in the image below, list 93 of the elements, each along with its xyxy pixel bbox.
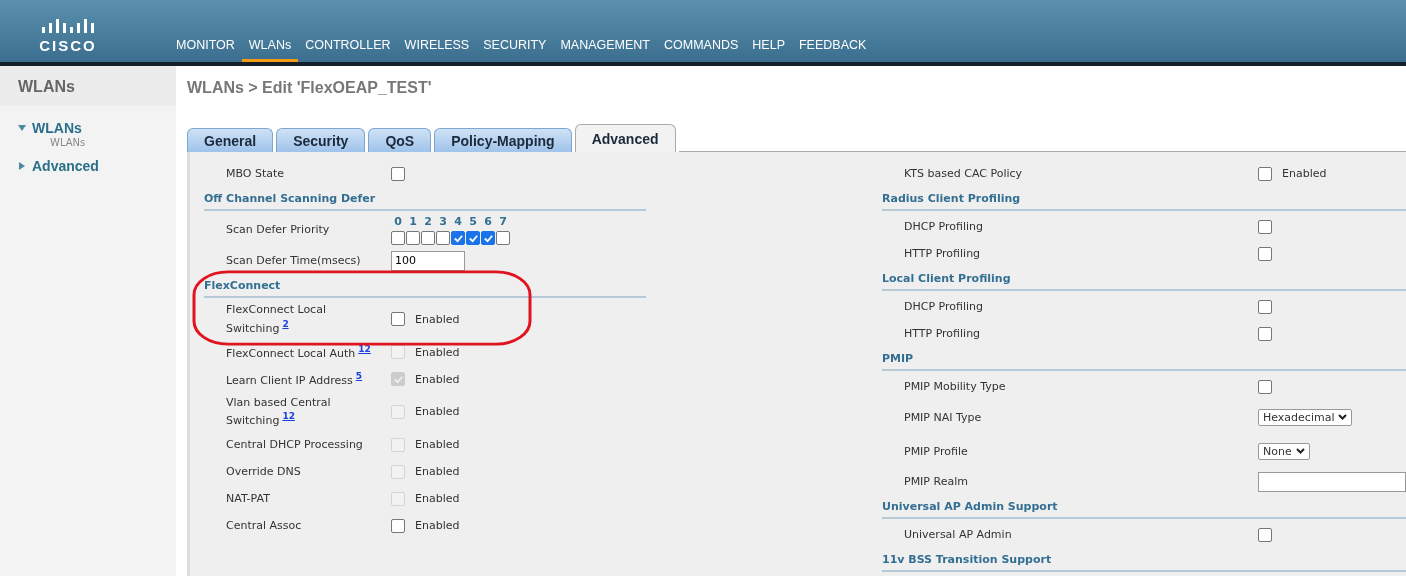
priority-number: 4 xyxy=(454,215,462,228)
field-label: DHCP Profiling xyxy=(904,220,984,233)
field-label: Central Assoc xyxy=(226,517,303,534)
checkbox[interactable] xyxy=(481,231,495,245)
checkbox-label: Enabled xyxy=(415,519,460,533)
field-label: Override DNS xyxy=(226,463,302,480)
field-label: FlexConnect Local Auth $^{12}$ xyxy=(226,342,372,362)
dropdown[interactable]: None xyxy=(1258,442,1310,460)
tab[interactable]: Policy-Mapping xyxy=(434,128,572,152)
priority-number: 2 xyxy=(424,215,432,228)
checkbox[interactable] xyxy=(451,231,465,245)
checkbox[interactable] xyxy=(1258,219,1272,234)
input-field[interactable]: 100 xyxy=(391,250,465,271)
field-label: Scan Defer Time(msecs) xyxy=(226,252,362,269)
tab[interactable]: QoS xyxy=(368,128,432,152)
section-heading: Universal AP Admin Support xyxy=(882,499,1059,515)
section-heading: Radius Client Profiling xyxy=(882,191,1022,207)
checkbox-label: Enabled xyxy=(415,492,460,506)
input-field[interactable] xyxy=(1258,471,1406,492)
field-label: HTTP Profiling xyxy=(904,327,982,340)
nav-item[interactable]: MONITOR xyxy=(176,38,242,62)
field-label: Central DHCP Processing xyxy=(226,436,364,453)
page-title: WLANs > Edit 'FlexOEAP_TEST' xyxy=(187,78,433,98)
priority-number: 6 xyxy=(484,215,492,228)
checkbox-label: Enabled xyxy=(415,312,460,326)
field-label: NAT-PAT xyxy=(226,490,271,507)
checkbox[interactable] xyxy=(391,231,405,245)
section-heading: FlexConnect xyxy=(204,278,282,294)
checkbox-label: Enabled xyxy=(415,465,460,479)
nav-item[interactable]: SECURITY xyxy=(476,38,554,62)
nav-item[interactable]: WLANs xyxy=(241,38,299,62)
dropdown[interactable]: Hexadecimal xyxy=(1258,408,1353,426)
field-label: PMIP Realm xyxy=(904,475,969,488)
sidebar-item[interactable]: Advanced xyxy=(32,158,99,174)
checkbox-label: Enabled xyxy=(1282,167,1327,180)
footnote-link[interactable]: 2 xyxy=(282,318,289,329)
nav-item[interactable]: CONTROLLER xyxy=(298,38,398,62)
checkbox[interactable] xyxy=(1258,326,1272,341)
field-label: DHCP Profiling xyxy=(904,300,984,313)
field-label: PMIP Profile xyxy=(904,444,969,458)
section-heading: 11v BSS Transition Support xyxy=(882,552,1053,568)
section-heading: Off Channel Scanning Defer xyxy=(204,191,377,207)
tab[interactable]: Advanced xyxy=(574,124,676,152)
priority-number: 5 xyxy=(469,215,477,228)
field-label: Vlan based Central Switching $^{12}$ xyxy=(226,394,332,430)
checkbox[interactable] xyxy=(391,518,405,533)
checkbox[interactable] xyxy=(1258,527,1272,542)
field-label: Scan Defer Priority xyxy=(226,222,331,239)
field-label: HTTP Profiling xyxy=(904,247,982,260)
sidebar-title: WLANs xyxy=(0,66,176,106)
collapsed-triangle-icon[interactable] xyxy=(18,162,26,170)
sidebar-subitem[interactable]: WLANs xyxy=(50,137,158,148)
nav-item[interactable]: MANAGEMENT xyxy=(553,38,657,62)
checkbox[interactable] xyxy=(406,231,420,245)
section-heading: Local Client Profiling xyxy=(882,271,1012,287)
checkbox[interactable] xyxy=(391,312,405,327)
sidebar-item[interactable]: WLANs xyxy=(32,120,82,136)
priority-number: 0 xyxy=(394,215,402,228)
nav-item[interactable]: FEEDBACK xyxy=(792,38,874,62)
priority-number: 3 xyxy=(439,215,447,228)
checkbox-label: Enabled xyxy=(415,438,460,452)
nav-item[interactable]: COMMANDS xyxy=(657,38,746,62)
chevron-down-icon xyxy=(1295,448,1305,454)
checkbox[interactable] xyxy=(1258,166,1272,181)
checkbox[interactable] xyxy=(466,231,480,245)
expanded-triangle-icon[interactable] xyxy=(18,124,26,132)
priority-number: 1 xyxy=(409,215,417,228)
field-label: FlexConnect Local Switching $^{2}$ xyxy=(226,302,327,337)
logo-text: CISCO xyxy=(39,37,97,54)
checkbox[interactable] xyxy=(1258,299,1272,314)
tab[interactable]: Security xyxy=(276,128,366,152)
field-label: PMIP NAI Type xyxy=(904,410,983,424)
checkbox[interactable] xyxy=(1258,379,1272,394)
chevron-down-icon xyxy=(1338,414,1348,420)
section-heading: PMIP xyxy=(882,351,915,367)
field-label: PMIP Mobility Type xyxy=(904,380,1007,393)
cisco-bars-icon xyxy=(40,19,96,35)
field-label: Learn Client IP Address $^{5}$ xyxy=(226,369,364,389)
field-label: Universal AP Admin xyxy=(904,528,1013,541)
checkbox-label: Enabled xyxy=(415,405,460,419)
tab[interactable]: General xyxy=(187,128,274,152)
checkbox[interactable] xyxy=(391,166,405,181)
checkbox-label: Enabled xyxy=(415,372,460,386)
checkbox[interactable] xyxy=(421,231,435,245)
checkbox-label: Enabled xyxy=(415,345,460,359)
field-label: KTS based CAC Policy xyxy=(904,167,1024,180)
field-label: MBO State xyxy=(226,165,286,182)
nav-item[interactable]: WIRELESS xyxy=(397,38,477,62)
priority-number: 7 xyxy=(499,215,507,228)
checkbox[interactable] xyxy=(436,231,450,245)
nav-item[interactable]: HELP xyxy=(745,38,792,62)
checkbox[interactable] xyxy=(496,231,510,245)
checkbox[interactable] xyxy=(1258,246,1272,261)
